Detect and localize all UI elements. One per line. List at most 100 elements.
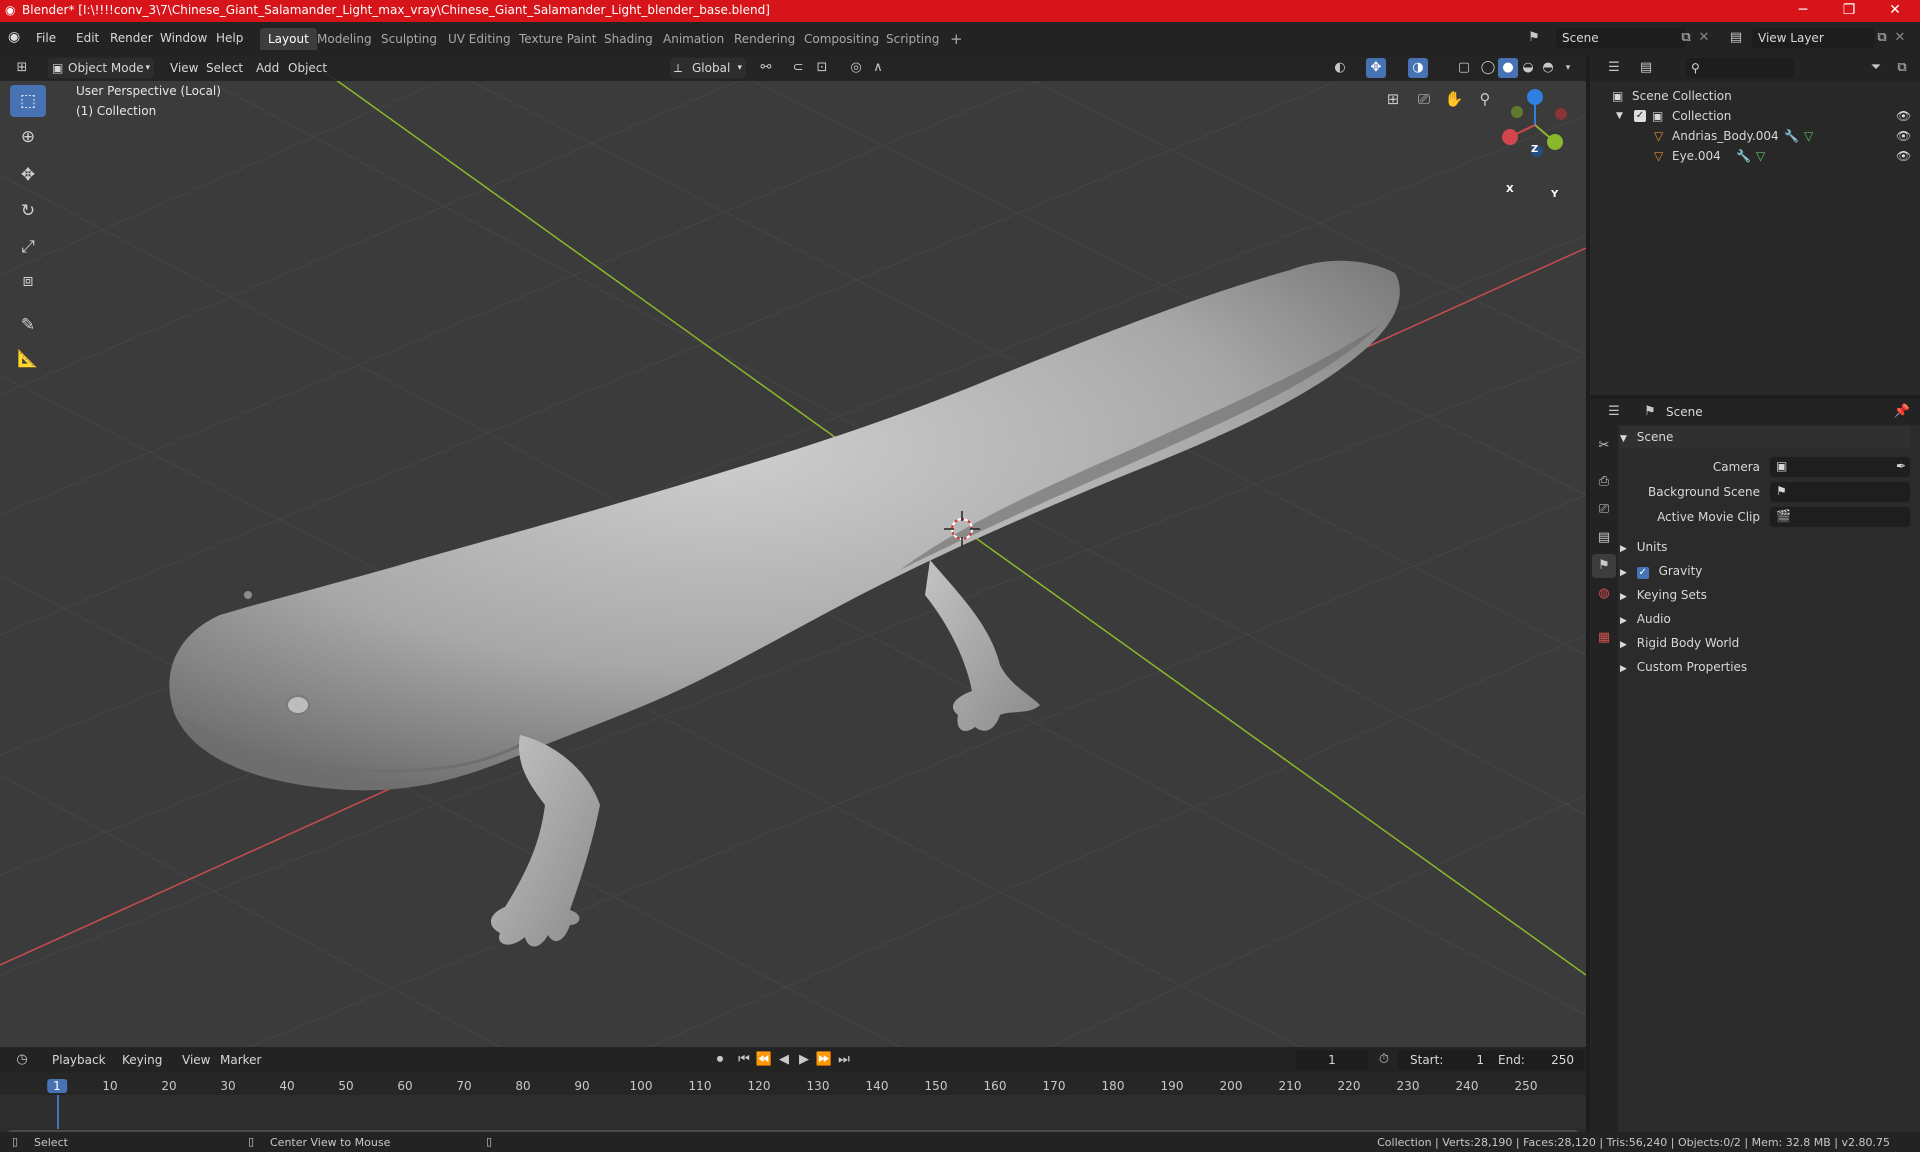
new-collection-icon[interactable]: ⧉: [1892, 58, 1912, 78]
rotate-tool-icon[interactable]: ↻: [10, 195, 46, 227]
cursor-tool-icon[interactable]: ⊕: [10, 121, 46, 153]
pin-icon[interactable]: 📌: [1892, 402, 1912, 422]
scene-icon[interactable]: ⚑: [1524, 28, 1544, 48]
view-layer-selector[interactable]: View Layer: [1752, 28, 1874, 48]
mesh-data-icon[interactable]: ▽: [1756, 146, 1765, 166]
collection-checkbox[interactable]: ✓: [1634, 110, 1646, 122]
menu-view[interactable]: View: [176, 1050, 216, 1070]
play-icon[interactable]: ▶: [794, 1050, 814, 1070]
editor-type-icon[interactable]: ⊞: [12, 58, 32, 78]
view-layer-tab-icon[interactable]: ▤: [1592, 526, 1616, 550]
modifier-wrench-icon[interactable]: 🔧: [1784, 126, 1799, 146]
keying-sets-panel-header[interactable]: ▶ Keying Sets: [1620, 584, 1707, 606]
tab-compositing[interactable]: Compositing: [796, 28, 887, 50]
3d-viewport[interactable]: Z Y X ⊞ ▣ Object Mode ▾ View Select Add …: [0, 55, 1586, 1047]
camera-field[interactable]: ▣ ✒: [1770, 457, 1910, 477]
falloff-icon[interactable]: ∧: [868, 58, 888, 78]
gizmo-x-label[interactable]: X: [1506, 184, 1514, 195]
timeline-editor-icon[interactable]: ◷: [12, 1050, 32, 1070]
menu-edit[interactable]: Edit: [70, 28, 105, 48]
view-layer-icon[interactable]: ▤: [1726, 28, 1746, 48]
menu-marker[interactable]: Marker: [214, 1050, 267, 1070]
gravity-checkbox[interactable]: ✓: [1636, 567, 1649, 579]
tab-sculpting[interactable]: Sculpting: [373, 28, 445, 50]
tab-texture-paint[interactable]: Texture Paint: [511, 28, 604, 50]
snap-target-icon[interactable]: ⊡: [812, 58, 832, 78]
end-frame-field[interactable]: End: 250: [1488, 1050, 1584, 1070]
current-frame-field[interactable]: 1: [1296, 1050, 1368, 1070]
outliner-editor-icon[interactable]: ☰: [1604, 58, 1624, 78]
eye-icon[interactable]: 👁: [1896, 126, 1911, 146]
rendered-shading-icon[interactable]: ◓: [1538, 58, 1558, 78]
units-panel-header[interactable]: ▶ Units: [1620, 536, 1667, 558]
menu-render[interactable]: Render: [104, 28, 159, 48]
tab-uv-editing[interactable]: UV Editing: [440, 28, 519, 50]
expand-arrow-icon[interactable]: ▼: [1616, 106, 1623, 126]
zoom-icon[interactable]: ⚲: [1475, 89, 1495, 109]
mode-selector[interactable]: ▣ Object Mode ▾: [48, 58, 154, 78]
tab-scripting[interactable]: Scripting: [878, 28, 947, 50]
gravity-panel-header[interactable]: ▶ ✓ Gravity: [1620, 560, 1702, 582]
tool-tab-icon[interactable]: ✂: [1592, 434, 1616, 458]
menu-add[interactable]: Add: [250, 58, 285, 78]
new-view-layer-icon[interactable]: ⧉: [1872, 28, 1892, 48]
menu-select[interactable]: Select: [200, 58, 249, 78]
prev-keyframe-icon[interactable]: ⏪: [754, 1050, 774, 1070]
outliner-row-scene-collection[interactable]: ▣ Scene Collection: [1590, 86, 1920, 106]
playhead-line[interactable]: [57, 1095, 59, 1129]
grid-view-icon[interactable]: ⊞: [1383, 89, 1403, 109]
visibility-icon[interactable]: ◐: [1330, 58, 1350, 78]
jump-start-icon[interactable]: ⏮: [734, 1050, 754, 1070]
custom-properties-panel-header[interactable]: ▶ Custom Properties: [1620, 656, 1747, 678]
gizmo-toggle-icon[interactable]: ✥: [1366, 58, 1386, 78]
annotate-tool-icon[interactable]: ✎: [10, 309, 46, 341]
material-shading-icon[interactable]: ◒: [1518, 58, 1538, 78]
eye-icon[interactable]: 👁: [1896, 106, 1911, 126]
close-button[interactable]: ✕: [1872, 0, 1918, 22]
measure-tool-icon[interactable]: 📐: [10, 343, 46, 375]
pivot-icon[interactable]: ⚯: [756, 58, 776, 78]
maximize-button[interactable]: ❐: [1826, 0, 1872, 22]
eyedropper-icon[interactable]: ✒: [1896, 459, 1906, 473]
world-tab-icon[interactable]: ◍: [1592, 582, 1616, 606]
timeline-track[interactable]: [0, 1095, 1586, 1127]
transform-tool-icon[interactable]: ⧈: [10, 265, 46, 297]
move-tool-icon[interactable]: ✥: [10, 159, 46, 191]
menu-view[interactable]: View: [164, 58, 204, 78]
tab-modeling[interactable]: Modeling: [309, 28, 380, 50]
jump-end-icon[interactable]: ⏭: [834, 1050, 854, 1070]
scale-tool-icon[interactable]: ⤢: [10, 231, 46, 263]
menu-object[interactable]: Object: [282, 58, 333, 78]
start-frame-field[interactable]: Start: 1: [1398, 1050, 1494, 1070]
overlay-toggle-icon[interactable]: ◑: [1408, 58, 1428, 78]
eye-icon[interactable]: 👁: [1896, 146, 1911, 166]
new-scene-icon[interactable]: ⧉: [1676, 28, 1696, 48]
shading-options-icon[interactable]: ▾: [1558, 58, 1578, 78]
outliner-search-input[interactable]: ⚲: [1686, 58, 1794, 78]
tab-rendering[interactable]: Rendering: [726, 28, 803, 50]
rigid-body-world-panel-header[interactable]: ▶ Rigid Body World: [1620, 632, 1739, 654]
tab-animation[interactable]: Animation: [655, 28, 732, 50]
wireframe-shading-icon[interactable]: ◯: [1478, 58, 1498, 78]
scene-selector[interactable]: Scene: [1556, 28, 1686, 48]
menu-file[interactable]: File: [30, 28, 62, 48]
modifier-wrench-icon[interactable]: 🔧: [1736, 146, 1751, 166]
snap-icon[interactable]: ⊂: [788, 58, 808, 78]
outliner-row-object[interactable]: ▽ Andrias_Body.004 🔧 ▽ 👁: [1590, 126, 1920, 146]
menu-help[interactable]: Help: [210, 28, 249, 48]
camera-view-icon[interactable]: ⎚: [1414, 89, 1434, 109]
outliner-row-object[interactable]: ▽ Eye.004 🔧 ▽ 👁: [1590, 146, 1920, 166]
outliner-row-collection[interactable]: ▼ ✓ ▣ Collection 👁: [1590, 106, 1920, 126]
filter-icon[interactable]: ⏷: [1866, 58, 1886, 78]
proportional-edit-icon[interactable]: ◎: [846, 58, 866, 78]
scene-panel-header[interactable]: ▼ Scene: [1620, 426, 1910, 448]
pan-hand-icon[interactable]: ✋: [1444, 89, 1464, 109]
gizmo-z-label[interactable]: Z: [1531, 144, 1538, 155]
transform-orientation[interactable]: ⟂ Global ▾: [670, 58, 746, 78]
minimize-button[interactable]: ─: [1780, 0, 1826, 22]
mesh-data-icon[interactable]: ▽: [1804, 126, 1813, 146]
menu-keying[interactable]: Keying: [116, 1050, 168, 1070]
tab-shading[interactable]: Shading: [596, 28, 661, 50]
blender-menu-icon[interactable]: ◉: [8, 29, 20, 45]
texture-tab-icon[interactable]: ▦: [1592, 626, 1616, 650]
